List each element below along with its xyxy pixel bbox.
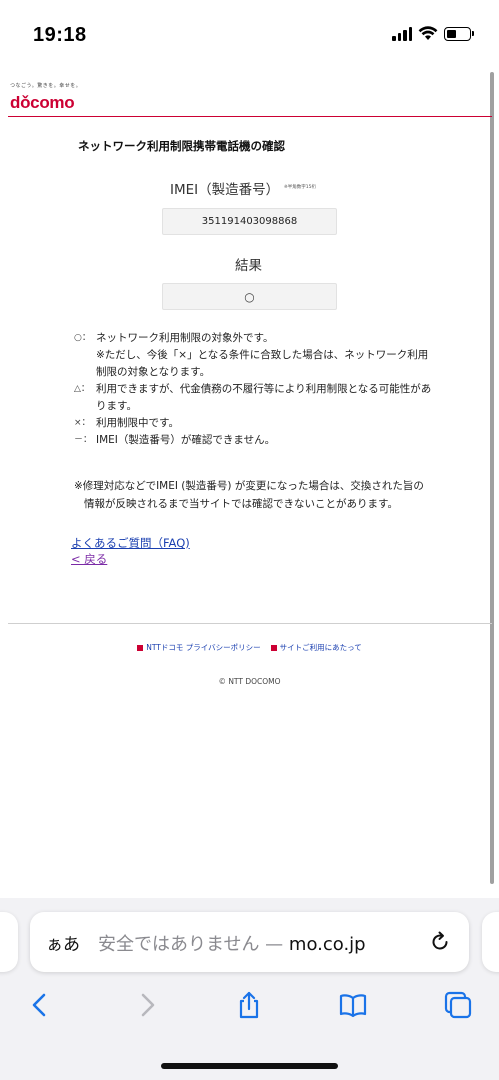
legend-text: 利用制限中です。 bbox=[96, 417, 179, 429]
brand-tagline: つなごう。驚きを。幸せを。 bbox=[10, 83, 82, 89]
copyright: © NTT DOCOMO bbox=[218, 677, 281, 686]
privacy-policy-link[interactable]: NTTドコモ プライバシーポリシー bbox=[137, 642, 261, 653]
bullet-icon bbox=[270, 644, 277, 651]
share-icon[interactable] bbox=[234, 990, 264, 1020]
legend-item-ok: ○： ネットワーク利用制限の対象外です。 bbox=[74, 330, 434, 347]
legend-text: ネットワーク利用制限の対象外です。 bbox=[96, 332, 274, 344]
repair-notice: ※修理対応などでIMEI (製造番号) が変更になった場合は、交換された旨の情報… bbox=[74, 480, 424, 510]
faq-link[interactable]: よくあるご質問（FAQ) bbox=[71, 535, 190, 551]
legend-item-restricted: ×： 利用制限中です。 bbox=[74, 415, 434, 432]
cellular-signal-icon bbox=[392, 26, 412, 41]
site-terms-label: サイトご利用にあたって bbox=[279, 643, 362, 652]
status-bar: 19:18 bbox=[0, 0, 499, 70]
home-indicator[interactable] bbox=[161, 1063, 338, 1069]
chevron-left-icon[interactable] bbox=[25, 990, 55, 1020]
imei-note: ※半角数字15桁 bbox=[284, 185, 316, 190]
tabs-icon[interactable] bbox=[443, 990, 473, 1020]
status-icons bbox=[392, 26, 474, 41]
legend-ok-note: ※ただし、今後「×」となる条件に合致した場合は、ネットワーク利用制限の対象となり… bbox=[96, 349, 429, 378]
imei-value-field: 351191403098868 bbox=[162, 208, 337, 235]
legend-symbol: △： bbox=[74, 384, 90, 394]
privacy-policy-label: NTTドコモ プライバシーポリシー bbox=[146, 643, 261, 652]
legend-text: IMEI（製造番号）が確認できません。 bbox=[96, 434, 276, 446]
header-divider bbox=[8, 116, 492, 117]
bullet-icon bbox=[137, 644, 144, 651]
wifi-icon bbox=[418, 26, 438, 40]
page-title: ネットワーク利用制限携帯電話機の確認 bbox=[78, 139, 285, 153]
legend-item-caution: △： 利用できますが、代金債務の不履行等により利用制限となる可能性があります。 bbox=[74, 381, 434, 415]
docomo-logo[interactable]: dǒcomo bbox=[10, 93, 75, 113]
previous-tab-preview[interactable] bbox=[0, 912, 18, 972]
result-legend: ○： ネットワーク利用制限の対象外です。 ※ただし、今後「×」となる条件に合致し… bbox=[74, 330, 434, 449]
chevron-right-icon[interactable] bbox=[132, 990, 162, 1020]
legend-item-unknown: －： IMEI（製造番号）が確認できません。 bbox=[74, 432, 434, 449]
status-time: 19:18 bbox=[33, 24, 87, 46]
address-text[interactable]: 安全ではありません — mo.co.jp bbox=[98, 930, 420, 956]
address-domain: mo.co.jp bbox=[288, 934, 366, 955]
site-terms-link[interactable]: サイトご利用にあたって bbox=[270, 642, 362, 653]
legend-symbol: ×： bbox=[74, 418, 91, 428]
back-link[interactable]: < 戻る bbox=[71, 551, 107, 567]
reload-icon[interactable] bbox=[428, 930, 452, 954]
address-security-label: 安全ではありません — bbox=[98, 934, 289, 955]
address-bar[interactable]: ぁあ 安全ではありません — mo.co.jp bbox=[30, 912, 469, 972]
result-label: 結果 bbox=[235, 258, 262, 274]
battery-icon bbox=[444, 26, 474, 41]
book-icon[interactable] bbox=[338, 990, 368, 1020]
footer-links: NTTドコモ プライバシーポリシー サイトご利用にあたって bbox=[0, 642, 499, 653]
legend-symbol: －： bbox=[74, 435, 93, 445]
page-settings-button[interactable]: ぁあ bbox=[46, 930, 80, 955]
result-value-field: ○ bbox=[162, 283, 337, 310]
legend-symbol: ○： bbox=[74, 333, 91, 343]
imei-label: IMEI（製造番号） bbox=[170, 182, 280, 198]
page-scrollbar[interactable] bbox=[490, 72, 494, 884]
legend-text: 利用できますが、代金債務の不履行等により利用制限となる可能性があります。 bbox=[96, 383, 432, 412]
next-tab-preview[interactable] bbox=[482, 912, 499, 972]
footer-divider bbox=[8, 623, 492, 624]
